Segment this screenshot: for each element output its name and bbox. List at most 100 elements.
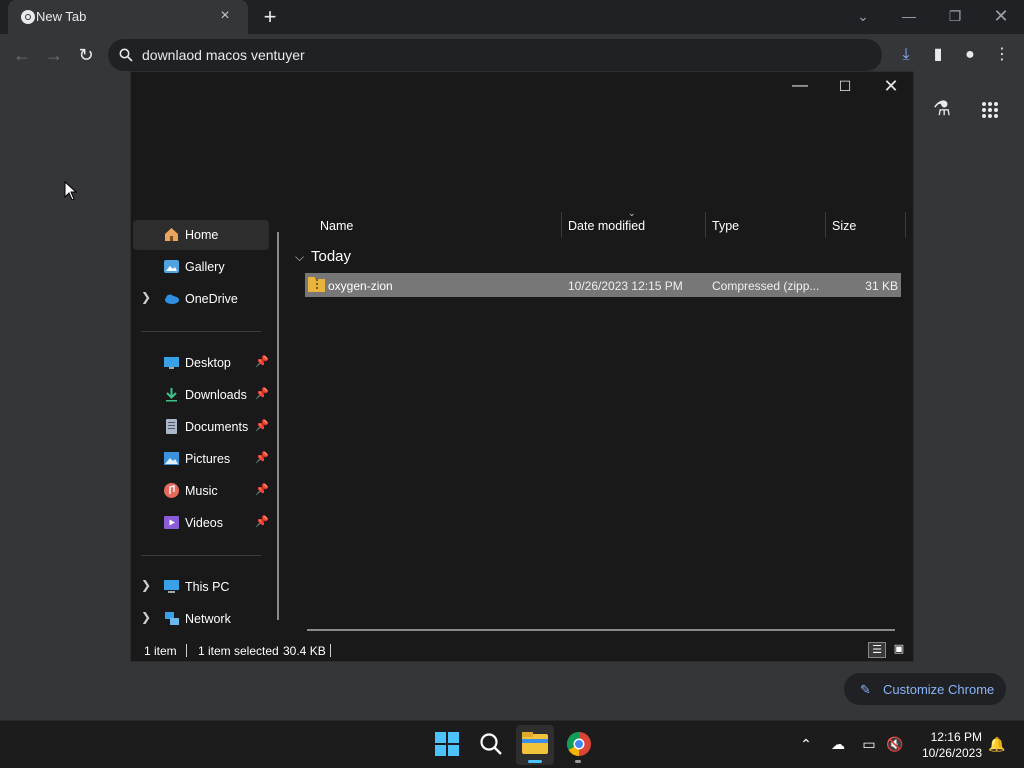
pin-icon[interactable]: 📌 [255, 387, 269, 400]
apps-grid-icon[interactable] [981, 101, 999, 119]
restore-icon[interactable]: ❐ [940, 4, 970, 28]
nav-label: Gallery [185, 260, 225, 274]
clock-time[interactable]: 12:16 PM [928, 730, 982, 744]
chevron-right-icon[interactable]: ❯ [141, 610, 151, 624]
network-tray-icon[interactable]: ▭ [860, 736, 878, 752]
dialog-close-icon[interactable]: ✕ [876, 76, 906, 96]
nav-item-onedrive[interactable]: ❯ OneDrive [133, 284, 269, 314]
mouse-cursor-icon [64, 181, 78, 201]
gallery-icon [164, 260, 179, 273]
nav-item-home[interactable]: Home [133, 220, 269, 250]
tab-title: New Tab [36, 9, 87, 24]
address-bar-text[interactable]: downlaod macos ventuyer [142, 47, 305, 63]
network-icon [165, 612, 179, 625]
clock-date[interactable]: 10/26/2023 [916, 746, 982, 760]
close-window-icon[interactable]: ✕ [986, 4, 1016, 28]
column-header-date-modified[interactable]: Date modified [568, 219, 645, 233]
file-size: 31 KB [865, 279, 898, 293]
tiles-view-icon[interactable]: ▣ [890, 642, 908, 658]
pin-icon[interactable]: 📌 [255, 419, 269, 432]
column-divider[interactable] [825, 212, 826, 238]
nav-label: Pictures [185, 452, 231, 466]
group-collapse-icon[interactable]: ⌵ [295, 250, 304, 265]
nav-scrollbar[interactable] [277, 232, 279, 620]
customize-chrome-label: Customize Chrome [883, 682, 995, 697]
downloads-icon [166, 388, 177, 402]
tray-overflow-icon[interactable]: ⌃ [797, 736, 815, 752]
desktop-icon [164, 357, 179, 369]
status-divider [186, 644, 187, 657]
nav-label: Downloads [185, 388, 247, 402]
back-button[interactable]: ← [10, 44, 34, 66]
labs-icon[interactable]: ⚗ [930, 97, 954, 121]
onedrive-icon [165, 294, 179, 304]
minimize-icon[interactable]: — [894, 4, 924, 28]
pictures-icon [164, 452, 179, 465]
music-icon [164, 483, 179, 498]
details-view-icon[interactable]: ☰ [868, 642, 886, 658]
running-indicator [575, 760, 581, 763]
horizontal-scrollbar[interactable] [307, 629, 895, 631]
group-header-today[interactable]: Today [311, 248, 351, 265]
file-explorer-taskbar-button[interactable] [516, 725, 554, 765]
column-header-size[interactable]: Size [832, 219, 856, 233]
status-selected-size: 30.4 KB [283, 644, 326, 658]
nav-item-desktop[interactable]: Desktop 📌 [133, 348, 269, 378]
nav-divider [141, 331, 261, 332]
tab-close-icon[interactable]: × [216, 7, 234, 25]
nav-divider [141, 555, 261, 556]
dialog-maximize-icon[interactable]: ☐ [830, 76, 860, 96]
nav-label: Desktop [185, 356, 231, 370]
notification-bell-icon[interactable]: 🔔 [988, 736, 1006, 752]
search-icon [119, 48, 133, 62]
pin-icon[interactable]: 📌 [255, 483, 269, 496]
zip-folder-icon [308, 277, 325, 292]
onedrive-tray-icon[interactable]: ☁ [829, 736, 847, 752]
dialog-minimize-icon[interactable]: — [785, 76, 815, 96]
file-date: 10/26/2023 12:15 PM [568, 279, 683, 293]
status-item-count: 1 item [144, 644, 177, 658]
nav-item-music[interactable]: Music 📌 [133, 476, 269, 506]
nav-label: Documents [185, 420, 249, 434]
download-icon[interactable]: ⤓ [894, 44, 918, 66]
nav-item-videos[interactable]: Videos 📌 [133, 508, 269, 538]
side-panel-icon[interactable]: ▮ [926, 44, 950, 66]
nav-item-gallery[interactable]: Gallery [133, 252, 269, 282]
forward-button[interactable]: → [42, 44, 66, 66]
nav-label: Home [185, 228, 219, 242]
nav-label: Music [185, 484, 218, 498]
nav-item-network[interactable]: ❯ Network [133, 604, 269, 634]
column-header-name[interactable]: Name [320, 219, 353, 233]
file-type: Compressed (zipp... [712, 279, 820, 293]
nav-label: Videos [185, 516, 223, 530]
chevron-right-icon[interactable]: ❯ [141, 578, 151, 592]
tab-search-icon[interactable]: ⌄ [848, 4, 878, 28]
column-divider[interactable] [705, 212, 706, 238]
pin-icon[interactable]: 📌 [255, 515, 269, 528]
active-indicator [528, 760, 542, 763]
column-divider[interactable] [905, 212, 906, 238]
reload-button[interactable]: ↻ [74, 44, 98, 66]
pin-icon[interactable]: 📌 [255, 355, 269, 368]
status-divider [330, 644, 331, 657]
nav-label: This PC [185, 580, 230, 594]
profile-icon[interactable]: ● [958, 44, 982, 66]
nav-item-documents[interactable]: Documents 📌 [133, 412, 269, 442]
nav-item-downloads[interactable]: Downloads 📌 [133, 380, 269, 410]
chrome-taskbar-icon[interactable] [565, 730, 593, 758]
column-divider[interactable] [561, 212, 562, 238]
this-pc-icon [164, 580, 179, 593]
nav-item-pictures[interactable]: Pictures 📌 [133, 444, 269, 474]
home-icon [165, 228, 178, 241]
volume-muted-icon[interactable]: 🔇 [886, 736, 904, 752]
pin-icon[interactable]: 📌 [255, 451, 269, 464]
windows-start-icon[interactable] [433, 730, 461, 758]
taskbar-search-icon[interactable] [477, 730, 505, 758]
table-row[interactable]: oxygen-zion 10/26/2023 12:15 PM Compress… [305, 273, 901, 297]
nav-item-this-pc[interactable]: ❯ This PC [133, 572, 269, 602]
menu-icon[interactable]: ⋮ [990, 44, 1014, 66]
new-tab-button[interactable]: + [258, 5, 282, 29]
chevron-right-icon[interactable]: ❯ [141, 290, 151, 304]
status-selected: 1 item selected [198, 644, 279, 658]
column-header-type[interactable]: Type [712, 219, 739, 233]
